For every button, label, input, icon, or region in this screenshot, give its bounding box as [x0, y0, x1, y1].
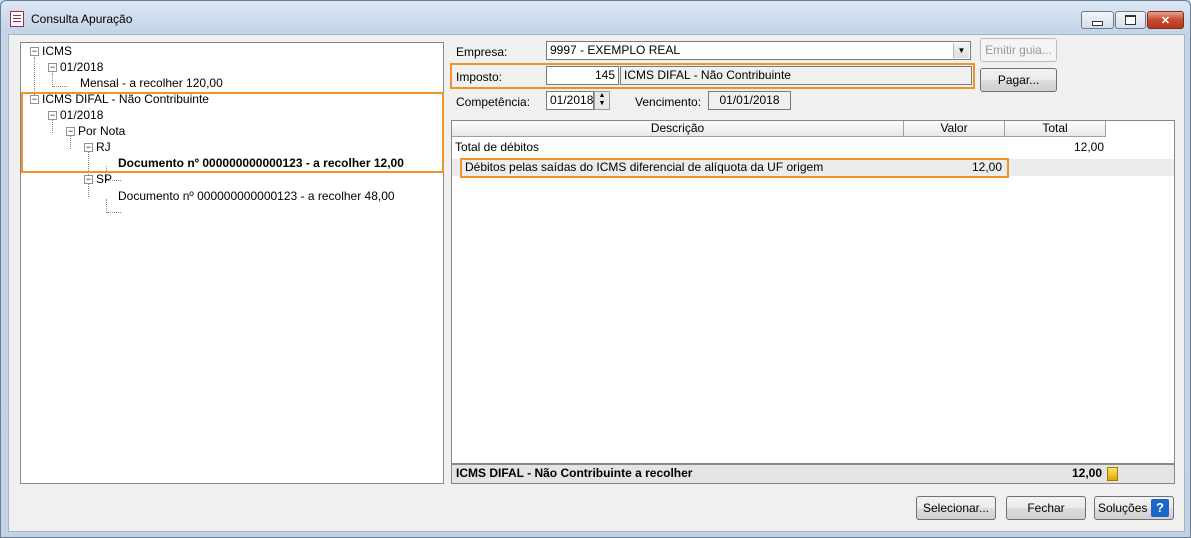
table-row[interactable]: Total de débitos: [455, 139, 1105, 156]
fechar-button[interactable]: Fechar: [1006, 496, 1086, 520]
app-document-icon: [10, 11, 24, 27]
spin-up-icon[interactable]: ▲: [595, 92, 609, 100]
maximize-icon: [1125, 15, 1136, 25]
column-header-valor[interactable]: Valor: [904, 121, 1005, 137]
minimize-button[interactable]: [1081, 11, 1114, 29]
close-button[interactable]: ✕: [1147, 11, 1184, 29]
maximize-button[interactable]: [1115, 11, 1146, 29]
window-title: Consulta Apuração: [31, 12, 133, 26]
footer-label: ICMS DIFAL - Não Contribuinte a recolher: [456, 466, 693, 480]
coin-icon: [1107, 467, 1118, 481]
column-header-descricao[interactable]: Descrição: [452, 121, 904, 137]
tree-connector: [107, 212, 121, 213]
competencia-field[interactable]: 01/2018: [546, 91, 594, 110]
vencimento-field: 01/01/2018: [708, 91, 791, 110]
tree-connector: [106, 199, 107, 213]
collapse-icon[interactable]: −: [48, 63, 57, 72]
pagar-button[interactable]: Pagar...: [980, 68, 1057, 92]
grid-footer: ICMS DIFAL - Não Contribuinte a recolher…: [452, 463, 1174, 483]
tree-node-period[interactable]: 01/2018: [60, 59, 103, 75]
client-area: − ICMS − 01/2018 Mensal - a recolher 120…: [8, 34, 1185, 532]
competencia-label: Competência:: [456, 95, 531, 109]
emitir-guia-button[interactable]: Emitir guia...: [980, 38, 1057, 62]
spin-down-icon[interactable]: ▼: [595, 100, 609, 108]
row-total: 12,00: [1073, 140, 1104, 154]
tree-connector: [53, 86, 67, 87]
tree-node-sp[interactable]: SP: [96, 171, 112, 187]
highlight-box: [450, 63, 975, 89]
selecionar-button[interactable]: Selecionar...: [916, 496, 996, 520]
consulta-apuracao-window: Consulta Apuração ✕ − ICMS − 01/2018 Men…: [0, 0, 1191, 538]
row-descricao: Total de débitos: [455, 140, 540, 154]
empresa-value: 9997 - EXEMPLO REAL: [550, 43, 681, 57]
apuracao-grid[interactable]: Descrição Valor Total Total de débitos 1…: [451, 120, 1175, 484]
apuracao-tree[interactable]: − ICMS − 01/2018 Mensal - a recolher 120…: [20, 42, 444, 484]
empresa-select[interactable]: 9997 - EXEMPLO REAL ▼: [546, 41, 971, 60]
competencia-stepper[interactable]: ▲ ▼: [594, 91, 610, 110]
tree-connector: [52, 73, 53, 87]
tree-node-documento-sp[interactable]: Documento nº 000000000000123 - a recolhe…: [118, 188, 395, 204]
solucoes-button[interactable]: Soluções ?: [1094, 496, 1174, 520]
footer-value: 12,00: [1071, 466, 1102, 480]
tree-node-icms[interactable]: ICMS: [42, 43, 72, 59]
vencimento-label: Vencimento:: [635, 95, 702, 109]
close-icon: ✕: [1160, 14, 1171, 27]
highlight-box: [460, 158, 1009, 178]
collapse-icon[interactable]: −: [30, 47, 39, 56]
highlight-box: [21, 92, 444, 173]
collapse-icon[interactable]: −: [84, 175, 93, 184]
help-icon: ?: [1151, 499, 1169, 517]
solucoes-label: Soluções: [1098, 501, 1148, 515]
chevron-down-icon[interactable]: ▼: [953, 43, 969, 58]
minimize-icon: [1092, 20, 1103, 26]
column-header-total[interactable]: Total: [1005, 121, 1106, 137]
empresa-label: Empresa:: [456, 45, 508, 59]
tree-node-mensal[interactable]: Mensal - a recolher 120,00: [80, 75, 223, 91]
title-bar[interactable]: Consulta Apuração ✕: [1, 1, 1190, 37]
